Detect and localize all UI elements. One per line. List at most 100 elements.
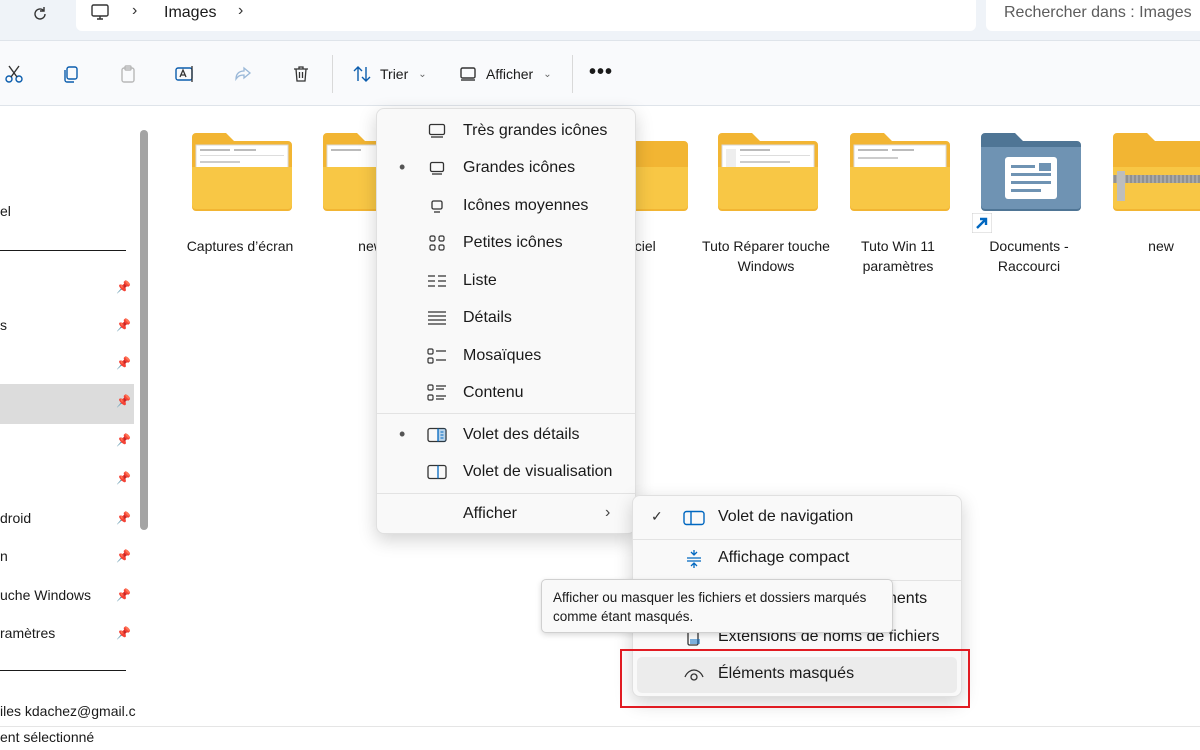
delete-button[interactable]	[289, 62, 313, 86]
address-field[interactable]: › Images ›	[76, 0, 976, 31]
status-bar: ent sélectionné	[0, 726, 1200, 750]
pin-icon: 📌	[116, 433, 131, 447]
pin-icon: 📌	[116, 356, 131, 370]
cut-icon	[5, 65, 23, 83]
sort-label: Trier	[380, 66, 409, 82]
menu-item-content[interactable]: Contenu	[377, 376, 635, 410]
sort-icon	[353, 66, 371, 82]
chevron-right-icon[interactable]: ›	[238, 2, 243, 20]
breadcrumb-images[interactable]: Images	[164, 4, 216, 22]
shortcut-arrow-icon	[972, 213, 992, 233]
pin-icon: 📌	[116, 511, 131, 525]
sidebar-item[interactable]: 📌	[0, 431, 134, 455]
pin-icon: 📌	[116, 318, 131, 332]
address-bar-area: › Images › Rechercher dans : Images	[0, 0, 1200, 40]
tooltip: Afficher ou masquer les fichiers et doss…	[541, 579, 893, 633]
nav-pane-icon	[683, 509, 705, 527]
sidebar-item[interactable]: 📌	[0, 278, 134, 302]
menu-item-show[interactable]: Afficher ›	[377, 497, 635, 531]
folder-item[interactable]: Tuto Réparer touche Windows	[701, 106, 831, 286]
sidebar-item[interactable]: droid 📌	[0, 509, 134, 533]
folder-item[interactable]: Captures d’écran	[175, 106, 305, 286]
zip-folder-icon	[1113, 133, 1200, 211]
status-text: ent sélectionné	[0, 729, 95, 745]
menu-item-medium-icons[interactable]: Icônes moyennes	[377, 189, 635, 223]
pin-icon: 📌	[116, 549, 131, 563]
view-label: Afficher	[486, 66, 534, 82]
copy-icon	[64, 66, 78, 83]
folder-icon	[850, 133, 950, 211]
menu-item-list[interactable]: Liste	[377, 264, 635, 298]
chevron-right-icon[interactable]: ›	[132, 2, 137, 20]
sidebar-divider	[0, 250, 126, 251]
menu-item-extra-large-icons[interactable]: Très grandes icônes	[377, 114, 635, 148]
monitor-small-icon	[427, 197, 447, 215]
pin-icon: 📌	[116, 394, 131, 408]
chevron-down-icon: ⌄	[418, 68, 427, 80]
search-placeholder: Rechercher dans : Images	[1004, 4, 1192, 21]
list-icon	[427, 272, 447, 290]
sidebar-account[interactable]: iles kdachez@gmail.c	[0, 702, 140, 726]
menu-item-large-icons[interactable]: • Grandes icônes	[377, 151, 635, 185]
grid-icon	[427, 234, 447, 252]
folder-icon	[192, 133, 292, 211]
menu-item-preview-pane[interactable]: Volet de visualisation	[377, 455, 635, 489]
search-input[interactable]: Rechercher dans : Images	[986, 0, 1200, 31]
this-pc-icon[interactable]	[90, 2, 110, 25]
scrollbar[interactable]	[140, 130, 148, 530]
content-icon	[427, 384, 447, 402]
folder-name: Tuto Réparer touche Windows	[702, 238, 830, 274]
folder-item[interactable]: Tuto Win 11 paramètres	[833, 106, 963, 286]
folder-name: Captures d’écran	[186, 238, 294, 254]
view-button[interactable]: Afficher ⌄	[458, 63, 552, 85]
sidebar-divider	[0, 670, 126, 671]
folder-item[interactable]: new	[1096, 106, 1200, 286]
paste-button[interactable]	[116, 62, 140, 86]
refresh-icon	[34, 7, 46, 20]
pin-icon: 📌	[116, 471, 131, 485]
chevron-right-icon: ›	[605, 504, 611, 521]
sidebar-item[interactable]: 📌	[0, 469, 134, 493]
sidebar-item[interactable]: n 📌	[0, 547, 134, 571]
menu-divider	[633, 539, 961, 540]
menu-item-details-pane[interactable]: • Volet des détails	[377, 418, 635, 452]
menu-divider	[377, 413, 635, 414]
sidebar-item[interactable]: el	[0, 202, 134, 226]
sort-button[interactable]: Trier ⌄	[352, 63, 427, 85]
pin-icon: 📌	[116, 626, 131, 640]
menu-item-details[interactable]: Détails	[377, 301, 635, 335]
monitor-icon	[427, 122, 447, 140]
rename-button[interactable]	[173, 62, 197, 86]
copy-button[interactable]	[59, 62, 83, 86]
details-icon	[427, 309, 447, 327]
sidebar-item[interactable]: 📌	[0, 392, 134, 416]
toolbar-divider	[332, 55, 333, 93]
compact-icon	[683, 550, 705, 568]
rename-icon	[175, 66, 193, 82]
selected-dot-icon: •	[399, 424, 406, 444]
preview-pane-icon	[427, 463, 447, 481]
paste-icon	[121, 65, 135, 83]
command-bar: Trier ⌄ Afficher ⌄ •••	[0, 40, 1200, 106]
share-button[interactable]	[231, 62, 255, 86]
pin-icon: 📌	[116, 588, 131, 602]
more-options-button[interactable]: •••	[589, 61, 613, 84]
folder-name: Documents - Raccourci	[989, 238, 1069, 274]
cut-button[interactable]	[2, 62, 26, 86]
documents-folder-icon	[981, 133, 1081, 211]
submenu-item-compact-view[interactable]: Affichage compact	[633, 541, 961, 577]
toolbar-divider	[572, 55, 573, 93]
submenu-item-navigation-pane[interactable]: ✓ Volet de navigation	[633, 500, 961, 536]
folder-item[interactable]: Documents - Raccourci	[964, 106, 1094, 286]
tiles-icon	[427, 347, 447, 365]
menu-item-tiles[interactable]: Mosaïques	[377, 339, 635, 373]
refresh-button[interactable]	[26, 1, 54, 27]
menu-item-small-icons[interactable]: Petites icônes	[377, 226, 635, 260]
sidebar-item[interactable]: s 📌	[0, 316, 134, 340]
folder-name: new	[1148, 238, 1174, 254]
sidebar-item[interactable]: ramètres 📌	[0, 624, 134, 648]
view-icon	[460, 67, 476, 81]
sidebar-item[interactable]: uche Windows 📌	[0, 586, 134, 610]
checkmark-icon: ✓	[651, 508, 663, 524]
sidebar-item[interactable]: 📌	[0, 354, 134, 378]
